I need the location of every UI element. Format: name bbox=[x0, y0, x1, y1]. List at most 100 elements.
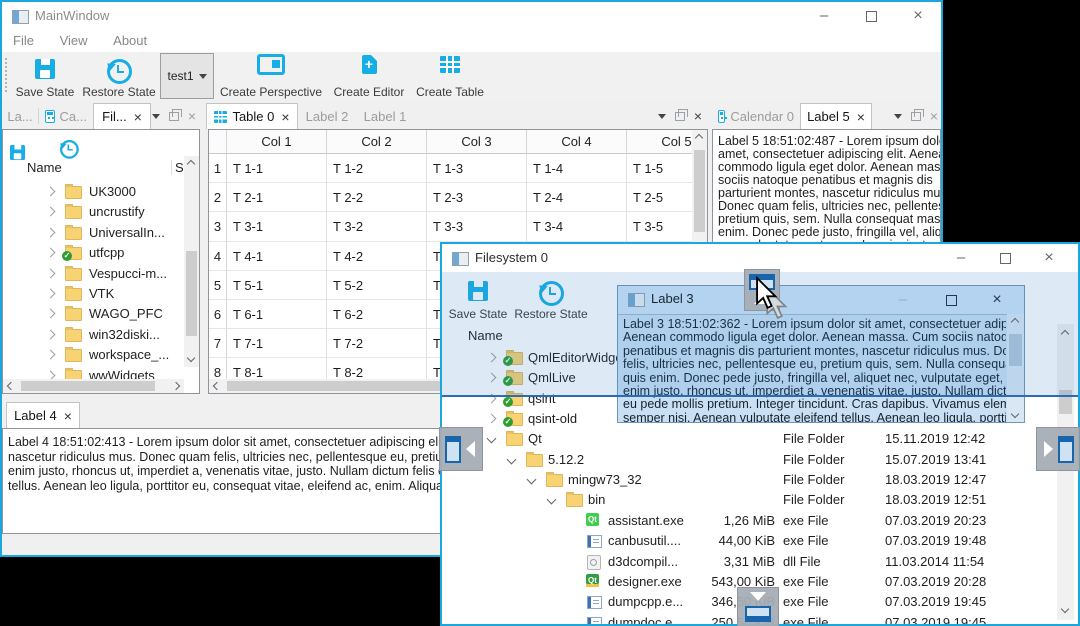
close-button[interactable]: × bbox=[903, 2, 933, 30]
column-header[interactable]: Col 2 bbox=[327, 130, 427, 154]
float-panel-icon[interactable] bbox=[168, 108, 182, 121]
chevron-down-icon[interactable] bbox=[526, 474, 537, 485]
tab-label4[interactable]: Label 4 × bbox=[6, 402, 80, 428]
scrollbar-thumb[interactable] bbox=[186, 251, 197, 336]
fs-tree-row[interactable]: bin File Folder 18.03.2019 12:51 bbox=[442, 490, 1059, 510]
dock-bottom-indicator[interactable] bbox=[737, 587, 779, 626]
row-header[interactable]: 1 bbox=[209, 154, 227, 184]
fs-tree-row[interactable]: 5.12.2 File Folder 15.07.2019 13:41 bbox=[442, 450, 1059, 470]
tree-row[interactable]: VTK bbox=[3, 284, 184, 304]
row-header[interactable]: 6 bbox=[209, 299, 227, 330]
scroll-down-icon[interactable] bbox=[186, 353, 196, 363]
tab-filesystem1[interactable]: Fil... × bbox=[93, 103, 151, 129]
create-perspective-button[interactable]: Create Perspective bbox=[218, 54, 324, 99]
column-header[interactable]: Col 1 bbox=[227, 130, 327, 154]
table-cell[interactable]: T 3-2 bbox=[327, 212, 427, 242]
chevron-right-icon[interactable] bbox=[45, 247, 56, 258]
table-cell[interactable]: T 2-3 bbox=[427, 183, 527, 213]
table-cell[interactable]: T 7-2 bbox=[327, 329, 427, 359]
chevron-right-icon[interactable] bbox=[486, 413, 497, 424]
menu-about[interactable]: About bbox=[102, 30, 158, 51]
chevron-right-icon[interactable] bbox=[45, 268, 56, 279]
tab-calendar0[interactable]: Calendar 0 bbox=[712, 103, 800, 129]
perspective-combo[interactable]: test1 bbox=[160, 53, 214, 99]
tab-table0[interactable]: Table 0 × bbox=[206, 103, 298, 129]
minimize-button[interactable]: – bbox=[809, 2, 839, 30]
scrollbar-thumb[interactable] bbox=[694, 150, 705, 232]
fs-tree-row[interactable]: canbusutil.... 44,00 KiB exe File 07.03.… bbox=[442, 531, 1059, 551]
chevron-down-icon[interactable] bbox=[506, 454, 517, 465]
column-header[interactable]: Col 4 bbox=[527, 130, 627, 154]
table-cell[interactable]: T 1-1 bbox=[227, 154, 327, 184]
row-header[interactable]: 2 bbox=[209, 183, 227, 213]
scroll-down-icon[interactable] bbox=[1060, 604, 1070, 614]
chevron-down-icon[interactable] bbox=[486, 433, 497, 444]
menu-file[interactable]: File bbox=[2, 30, 45, 51]
row-header[interactable]: 5 bbox=[209, 270, 227, 300]
menu-view[interactable]: View bbox=[49, 30, 99, 51]
close-tab-icon[interactable]: × bbox=[134, 109, 142, 125]
close-button[interactable]: × bbox=[1034, 244, 1064, 272]
tree-row[interactable]: UK3000 bbox=[3, 182, 184, 202]
tab-list-dropdown-icon[interactable] bbox=[657, 113, 666, 119]
maximize-button[interactable] bbox=[990, 244, 1020, 272]
main-titlebar[interactable]: MainWindow – × bbox=[2, 2, 941, 30]
table-cell[interactable]: T 4-1 bbox=[227, 241, 327, 271]
table-cell[interactable]: T 6-2 bbox=[327, 299, 427, 330]
tab-list-dropdown-icon[interactable] bbox=[151, 113, 160, 119]
dock-left-indicator[interactable] bbox=[439, 427, 483, 471]
tree-row[interactable]: workspace_... bbox=[3, 345, 184, 365]
tab-label1b[interactable]: Label 1 bbox=[356, 103, 414, 129]
chevron-right-icon[interactable] bbox=[45, 186, 56, 197]
close-panel-icon[interactable]: × bbox=[188, 108, 196, 124]
table-cell[interactable]: T 7-1 bbox=[227, 329, 327, 359]
tab-label5[interactable]: Label 5 × bbox=[800, 103, 872, 129]
maximize-button[interactable] bbox=[856, 2, 886, 30]
fs-tree-row[interactable]: Qt assistant.exe 1,26 MiB exe File 07.03… bbox=[442, 511, 1059, 531]
row-header[interactable]: 7 bbox=[209, 329, 227, 359]
table-cell[interactable]: T 5-1 bbox=[227, 270, 327, 300]
chevron-right-icon[interactable] bbox=[45, 227, 56, 238]
scroll-left-icon[interactable] bbox=[6, 381, 16, 391]
row-header[interactable]: 4 bbox=[209, 241, 227, 271]
tree-row[interactable]: uncrustify bbox=[3, 202, 184, 222]
scroll-up-icon[interactable] bbox=[186, 159, 196, 169]
scrollbar-thumb[interactable] bbox=[21, 381, 155, 391]
table-cell[interactable]: T 1-3 bbox=[427, 154, 527, 184]
row-header[interactable]: 3 bbox=[209, 212, 227, 242]
table-cell[interactable]: T 1-2 bbox=[327, 154, 427, 184]
tab-label2[interactable]: Label 2 bbox=[298, 103, 356, 129]
tab-label1[interactable]: La... bbox=[2, 103, 38, 129]
name-column-header[interactable]: Name bbox=[27, 160, 62, 175]
create-editor-button[interactable]: Create Editor bbox=[328, 54, 410, 99]
table-cell[interactable]: T 3-3 bbox=[427, 212, 527, 242]
chevron-right-icon[interactable] bbox=[45, 370, 56, 379]
tree-row[interactable]: ✓ utfcpp bbox=[3, 243, 184, 263]
table-cell[interactable]: T 2-2 bbox=[327, 183, 427, 213]
chevron-right-icon[interactable] bbox=[45, 349, 56, 360]
tree-row[interactable]: win32diski... bbox=[3, 325, 184, 345]
chevron-down-icon[interactable] bbox=[546, 494, 557, 505]
restore-state-button[interactable]: Restore State bbox=[80, 54, 158, 99]
fs-tree-row[interactable]: Qt File Folder 15.11.2019 12:42 bbox=[442, 429, 1059, 449]
scroll-up-icon[interactable] bbox=[694, 133, 704, 143]
table-cell[interactable]: T 5-2 bbox=[327, 270, 427, 300]
save-state-button[interactable]: Save State bbox=[12, 54, 78, 99]
table-cell[interactable]: T 3-1 bbox=[227, 212, 327, 242]
float-panel-icon[interactable] bbox=[674, 108, 688, 121]
tab-calendar1[interactable]: Ca... bbox=[39, 103, 93, 129]
scroll-right-icon[interactable] bbox=[171, 381, 181, 391]
fs-titlebar[interactable]: Filesystem 0 – × bbox=[442, 244, 1078, 272]
close-panel-icon[interactable]: × bbox=[930, 108, 938, 124]
tree-row[interactable]: wwWidgets bbox=[3, 366, 184, 379]
chevron-right-icon[interactable] bbox=[45, 206, 56, 217]
fs-tree-row[interactable]: mingw73_32 File Folder 18.03.2019 12:47 bbox=[442, 470, 1059, 490]
vertical-scrollbar[interactable] bbox=[184, 156, 199, 367]
toolbar-drag-handle[interactable] bbox=[5, 58, 7, 92]
chevron-right-icon[interactable] bbox=[45, 329, 56, 340]
column-header[interactable]: Col 3 bbox=[427, 130, 527, 154]
scroll-left-icon[interactable] bbox=[212, 381, 222, 391]
chevron-right-icon[interactable] bbox=[45, 288, 56, 299]
table-cell[interactable]: T 6-1 bbox=[227, 299, 327, 330]
tree-row[interactable]: UniversalIn... bbox=[3, 223, 184, 243]
